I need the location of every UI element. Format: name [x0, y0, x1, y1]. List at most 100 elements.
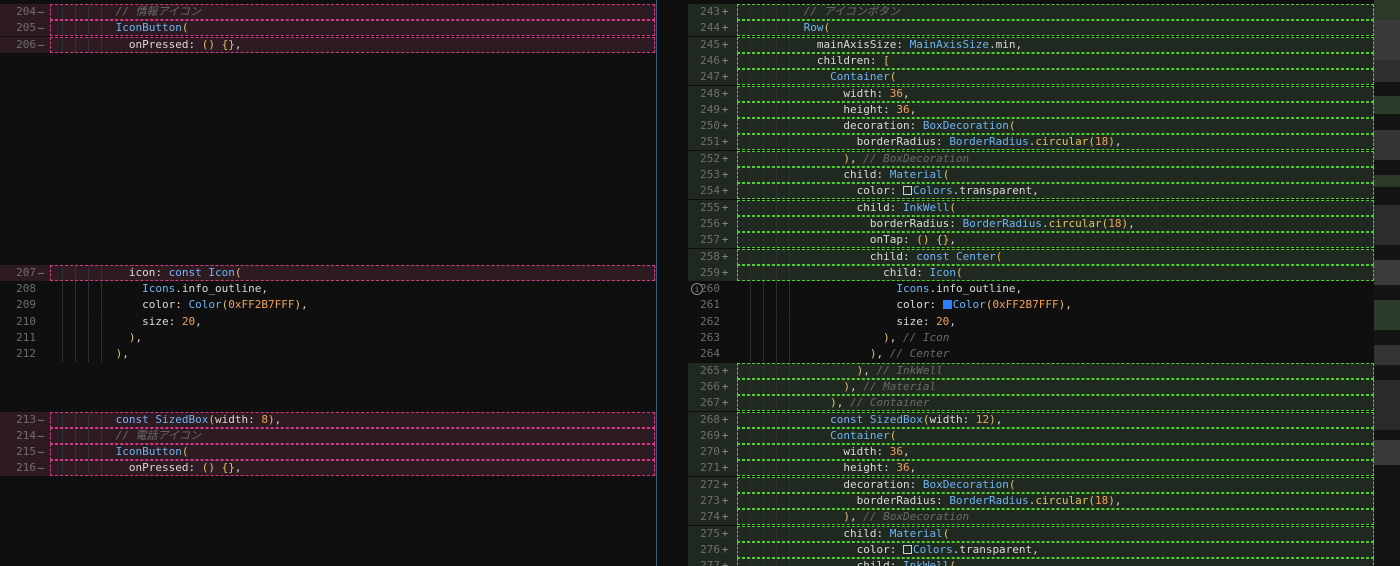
code-token: color: [115, 298, 189, 312]
code-token: Container [830, 428, 890, 442]
code-text: borderRadius: BorderRadius.circular(18), [744, 493, 1122, 509]
code-line[interactable]: 274 + ), // BoxDecoration [688, 509, 1374, 526]
line-number: 249 [700, 102, 720, 116]
code-line[interactable]: 215— IconButton( [0, 444, 656, 461]
code-text: // 情報アイコン [56, 4, 201, 20]
code-line[interactable]: 255 + child: InkWell( [688, 199, 1374, 216]
color-swatch[interactable] [902, 186, 912, 196]
line-number: 256 [700, 216, 720, 230]
code-line[interactable]: 210 size: 20, [0, 313, 656, 330]
code-line[interactable]: 276 + color: Colors.transparent, [688, 541, 1374, 558]
code-token: ( [1008, 477, 1016, 491]
code-token: , [234, 37, 242, 51]
code-token: 0xFF2B7FFF [228, 298, 295, 312]
code-text: child: InkWell( [744, 200, 956, 216]
added-line-marker: + [721, 461, 729, 475]
code-line[interactable]: 253 + child: Material( [688, 167, 1374, 183]
right-diff-pane[interactable]: 243 + // アイコンボタン 244 + Row(245 + mainAxisSiz… [688, 0, 1374, 566]
code-line[interactable]: 206— onPressed: () {}, [0, 36, 656, 53]
code-line[interactable]: 205— IconButton( [0, 20, 656, 37]
code-token: ) [803, 347, 877, 361]
line-number: 253 [700, 168, 720, 181]
overview-ruler[interactable] [1374, 0, 1400, 566]
code-line[interactable]: 265 + ), // InkWell [688, 362, 1374, 379]
color-swatch[interactable] [942, 300, 952, 310]
code-line[interactable]: 270 + width: 36, [688, 444, 1374, 461]
code-line[interactable]: 245 + mainAxisSize: MainAxisSize.min, [688, 36, 1374, 53]
line-number: 244 [700, 21, 720, 35]
code-token: child: [803, 249, 917, 263]
removed-line-marker: — [37, 461, 45, 475]
left-diff-pane[interactable]: 204— // 情報アイコン 205— IconButton(206— onPre… [0, 0, 656, 566]
code-token: InkWell [902, 559, 950, 566]
code-line[interactable]: 256 + borderRadius: BorderRadius.circular… [688, 215, 1374, 232]
code-line[interactable]: 273 + borderRadius: BorderRadius.circular… [688, 493, 1374, 509]
code-line[interactable]: 207— icon: const Icon( [0, 264, 656, 281]
code-line[interactable]: 248 + width: 36, [688, 85, 1374, 102]
code-token: ) [803, 396, 837, 410]
added-line-marker: + [721, 21, 729, 35]
code-line[interactable]: 268 + const SizedBox(width: 12), [688, 411, 1374, 428]
code-line[interactable]: 263 ), // Icon [688, 330, 1374, 346]
code-token: IconButton [115, 21, 182, 35]
code-text: ), // Center [744, 346, 950, 362]
code-line[interactable]: 275 + child: Material( [688, 525, 1374, 542]
code-token: 36 [889, 445, 903, 459]
code-line[interactable]: 249 + height: 36, [688, 101, 1374, 118]
code-token: child: [803, 265, 930, 279]
code-line[interactable]: 272 + decoration: BoxDecoration( [688, 476, 1374, 493]
code-token: // InkWell [876, 363, 943, 377]
ruler-mark [1374, 130, 1400, 160]
code-line[interactable]: 243 + // アイコンボタン [688, 4, 1374, 20]
color-swatch[interactable] [902, 544, 912, 554]
code-line[interactable]: 269 + Container( [688, 427, 1374, 444]
code-text: ), [56, 346, 129, 362]
code-line[interactable]: 259 + child: Icon( [688, 264, 1374, 281]
code-token: , [849, 151, 864, 165]
code-text: ), [56, 330, 142, 346]
code-token: , [836, 396, 850, 410]
code-line[interactable]: 247 + Container( [688, 69, 1374, 86]
code-line[interactable]: 267 + ), // Container [688, 395, 1374, 412]
line-number: 208 [16, 282, 36, 296]
code-token: Center [955, 249, 996, 263]
code-token: , [1114, 135, 1122, 149]
line-number: 259 [700, 265, 720, 279]
code-line[interactable]: 264 ), // Center [688, 346, 1374, 363]
code-line[interactable]: 271 + height: 36, [688, 460, 1374, 477]
line-number: 214 [16, 428, 36, 442]
code-line[interactable]: 209 color: Color(0xFF2B7FFF), [0, 297, 656, 314]
code-line[interactable]: 254 + color: Colors.transparent, [688, 183, 1374, 200]
code-token: circular( [1035, 135, 1096, 149]
code-line[interactable]: 258 + child: const Center( [688, 248, 1374, 265]
code-token: ) [803, 510, 850, 524]
code-line[interactable]: 262 size: 20, [688, 313, 1374, 330]
code-line[interactable]: 211 ), [0, 330, 656, 346]
code-line[interactable]: 252 + ), // BoxDecoration [688, 150, 1374, 167]
diff-splitter[interactable] [656, 0, 688, 566]
code-line[interactable]: 251 + borderRadius: BorderRadius.circular… [688, 134, 1374, 151]
code-token: , [863, 363, 877, 377]
code-line[interactable]: 244 + Row( [688, 20, 1374, 37]
code-line[interactable]: 212 ), [0, 346, 656, 363]
code-line[interactable]: 266 + ), // Material [688, 378, 1374, 395]
code-line[interactable]: i 260 Icons.info_outline, [688, 281, 1374, 298]
code-line[interactable]: 204— // 情報アイコン [0, 4, 656, 20]
code-token: BoxDecoration [922, 477, 1009, 491]
code-line[interactable]: 277 + child: InkWell( [688, 558, 1374, 566]
code-text: // アイコンボタン [744, 4, 900, 20]
code-line[interactable]: 213— const SizedBox(width: 8), [0, 411, 656, 428]
code-token: ) [803, 151, 850, 165]
code-line[interactable]: 257 + onTap: () {}, [688, 232, 1374, 249]
code-token: // 情報アイコン [115, 5, 201, 18]
code-line[interactable]: 216— onPressed: () {}, [0, 460, 656, 477]
code-line[interactable]: 250 + decoration: BoxDecoration( [688, 118, 1374, 135]
code-line[interactable]: 208 Icons.info_outline, [0, 281, 656, 298]
line-number: 261 [700, 298, 720, 312]
code-line[interactable]: 246 + children: [ [688, 52, 1374, 69]
code-token: , [902, 445, 910, 459]
code-line[interactable]: 214— // 電話アイコン [0, 427, 656, 444]
code-line[interactable]: 261 color: Color(0xFF2B7FFF), [688, 297, 1374, 314]
code-text: width: 36, [744, 444, 910, 460]
